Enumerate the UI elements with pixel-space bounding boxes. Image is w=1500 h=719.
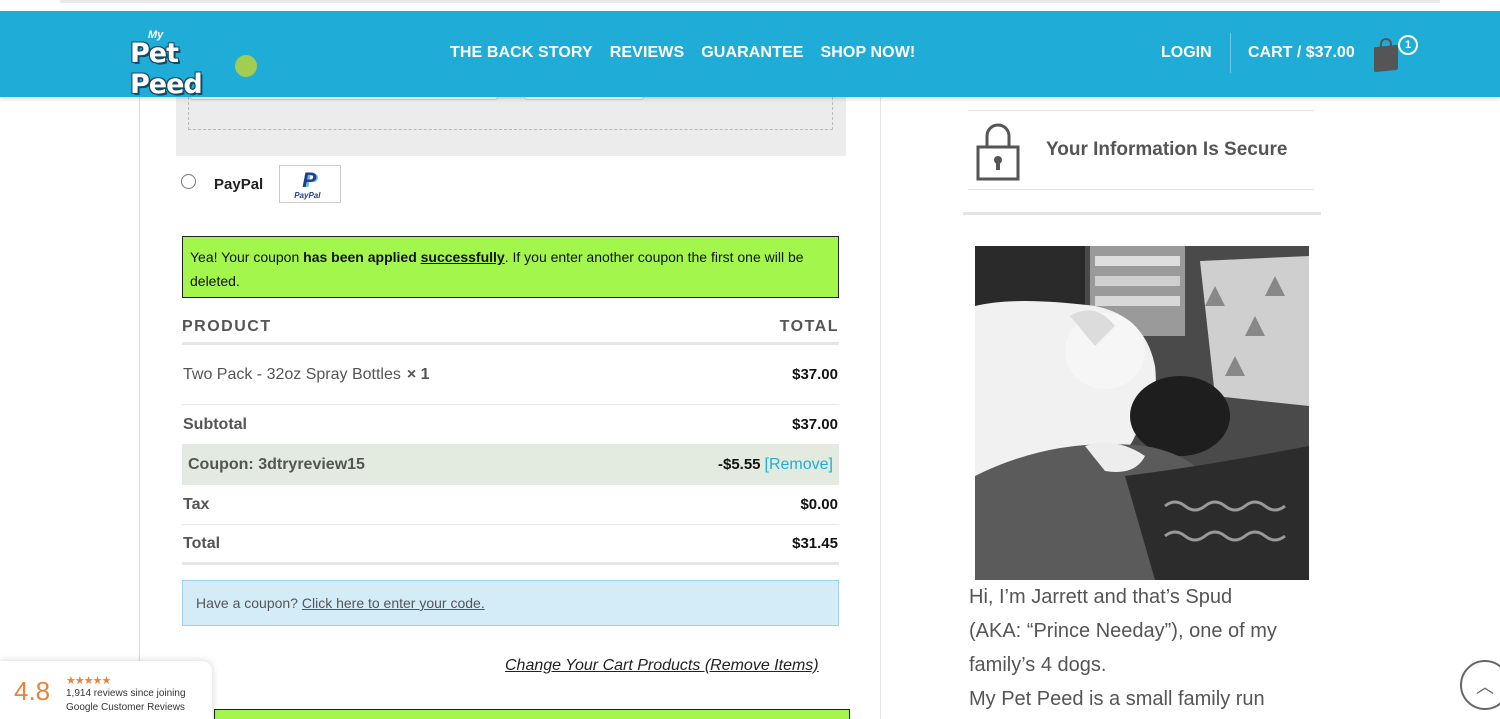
logo[interactable]: My Pet Peed: [128, 29, 258, 100]
sidebar-divider: [963, 212, 1321, 215]
google-reviews-badge[interactable]: 4.8 ★★★★★ 1,914 reviews since joining Go…: [0, 661, 212, 719]
item-qty: × 1: [406, 365, 430, 383]
cart-link[interactable]: CART / $37.00: [1248, 44, 1355, 62]
nav-shop-now[interactable]: SHOP NOW!: [821, 44, 916, 62]
payment-card-box: [176, 95, 846, 156]
subtotal-value: $37.00: [792, 416, 838, 433]
review-count: 1,914 reviews since joining: [66, 688, 186, 699]
nav-reviews[interactable]: REVIEWS: [610, 44, 685, 62]
change-cart-link[interactable]: Change Your Cart Products (Remove Items): [505, 657, 819, 675]
enter-coupon-link[interactable]: Click here to enter your code.: [302, 595, 485, 611]
item-name: Two Pack - 32oz Spray Bottles × 1: [183, 365, 430, 383]
secure-text: Your Information Is Secure: [1046, 139, 1288, 160]
col-product: PRODUCT: [182, 318, 272, 335]
scroll-to-top-button[interactable]: ︿: [1460, 660, 1500, 710]
place-order-button[interactable]: [214, 709, 850, 719]
login-link[interactable]: LOGIN: [1161, 44, 1212, 62]
owner-dog-photo: [975, 246, 1309, 580]
review-score: 4.8: [14, 676, 51, 706]
paypal-logo: PP PayPal: [279, 165, 342, 203]
column-border: [139, 97, 140, 719]
paypal-option[interactable]: PayPal PP PayPal: [181, 165, 342, 203]
coupon-success-notice: Yea! Your coupon has been applied succes…: [182, 236, 839, 298]
order-review-table: PRODUCT TOTAL Two Pack - 32oz Spray Bott…: [182, 310, 839, 565]
table-row: Two Pack - 32oz Spray Bottles × 1 $37.00: [182, 345, 839, 405]
star-rating-icon: ★★★★★: [66, 675, 111, 687]
coupon-prompt: Have a coupon? Click here to enter your …: [182, 580, 839, 626]
total-value: $31.45: [792, 535, 838, 552]
lock-icon: [976, 123, 1020, 181]
paypal-logo-text: PayPal: [294, 191, 321, 200]
bio-line: family’s 4 dogs.: [969, 654, 1107, 676]
total-label: Total: [183, 534, 221, 552]
total-row: Total $31.45: [182, 525, 839, 565]
bio-line: My Pet Peed is a small family run: [969, 688, 1265, 710]
nav-back-story[interactable]: THE BACK STORY: [450, 44, 593, 62]
bio-line: (AKA: “Prince Needay”), one of my: [969, 620, 1277, 642]
main-nav: THE BACK STORY REVIEWS GUARANTEE SHOP NO…: [450, 44, 915, 62]
paypal-radio[interactable]: [181, 173, 196, 189]
review-source: Google Customer Reviews: [66, 702, 185, 713]
tax-value: $0.00: [800, 496, 838, 513]
coupon-row: Coupon: 3dtryreview15 -$5.55 [Remove]: [182, 445, 839, 485]
remove-coupon-link[interactable]: [Remove]: [765, 456, 833, 473]
secure-info-box: Your Information Is Secure: [968, 110, 1314, 190]
subtotal-label: Subtotal: [183, 415, 247, 433]
shopping-bag-icon[interactable]: [1372, 37, 1400, 73]
top-strip: [0, 0, 1500, 11]
owner-bio: Hi, I’m Jarrett and that’s Spud (AKA: “P…: [969, 580, 1329, 716]
col-total: TOTAL: [779, 318, 839, 335]
nav-guarantee[interactable]: GUARANTEE: [701, 44, 803, 62]
tax-label: Tax: [183, 495, 210, 513]
site-header: My Pet Peed THE BACK STORY REVIEWS GUARA…: [0, 11, 1500, 100]
paypal-label: PayPal: [214, 175, 264, 193]
coupon-discount: -$5.55 [Remove]: [717, 455, 833, 473]
subtotal-row: Subtotal $37.00: [182, 405, 839, 445]
tax-row: Tax $0.00: [182, 485, 839, 525]
header-divider: [1230, 33, 1231, 73]
bio-line: Hi, I’m Jarrett and that’s Spud: [969, 586, 1233, 608]
tennis-ball-icon: [235, 55, 257, 77]
table-header: PRODUCT TOTAL: [182, 310, 839, 345]
chevron-up-icon: ︿: [1476, 677, 1494, 697]
column-divider: [880, 97, 881, 719]
cart-count-badge: 1: [1398, 35, 1418, 55]
coupon-label: Coupon: 3dtryreview15: [188, 455, 365, 473]
card-fields-area: [188, 97, 833, 130]
item-price: $37.00: [792, 366, 838, 383]
